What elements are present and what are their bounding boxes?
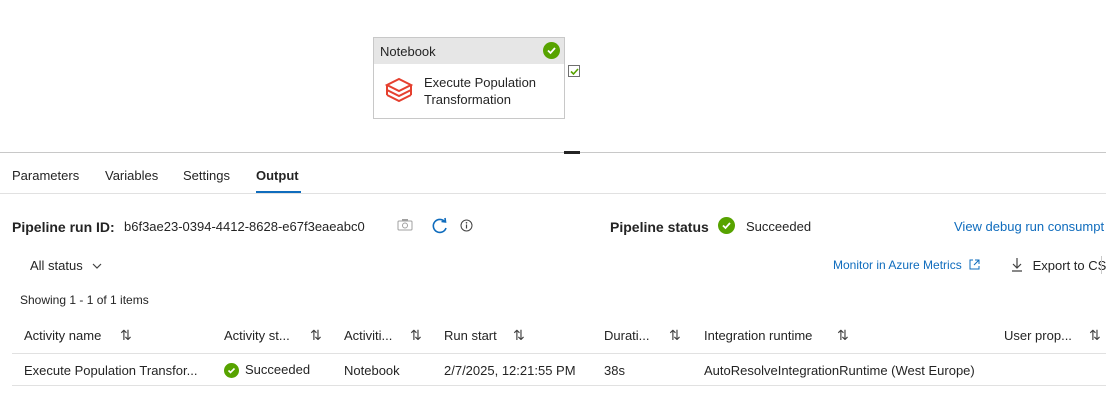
panel-splitter	[0, 152, 1106, 153]
pipeline-run-id-label: Pipeline run ID:	[12, 219, 115, 235]
view-debug-consumption-link[interactable]: View debug run consumpt	[954, 219, 1104, 234]
tab-settings[interactable]: Settings	[183, 168, 230, 183]
column-header-activity-name[interactable]: Activity name	[24, 328, 101, 343]
sort-icon[interactable]: ⇅	[513, 327, 525, 344]
pipeline-canvas[interactable]: Notebook Execute Population Transformati…	[0, 0, 1106, 152]
column-header-duration[interactable]: Durati...	[604, 328, 650, 343]
status-filter-label: All status	[30, 258, 83, 273]
toolbar-divider	[1101, 256, 1102, 274]
cell-status-label: Succeeded	[245, 362, 311, 377]
sort-icon[interactable]: ⇅	[837, 327, 849, 344]
cell-activity-name[interactable]: Execute Population Transfor...	[24, 363, 197, 378]
monitor-azure-metrics-link[interactable]: Monitor in Azure Metrics	[833, 258, 980, 272]
export-label: Export to CSV	[1032, 258, 1106, 273]
column-header-integration-runtime[interactable]: Integration runtime	[704, 328, 812, 343]
success-check-icon	[224, 363, 239, 379]
chevron-down-icon	[92, 263, 102, 269]
tab-parameters[interactable]: Parameters	[12, 168, 79, 183]
column-header-run-start[interactable]: Run start	[444, 328, 497, 343]
table-row-divider	[12, 385, 1106, 386]
sort-icon[interactable]: ⇅	[669, 327, 681, 344]
info-icon[interactable]	[460, 219, 473, 232]
activity-title-line1: Execute Population	[424, 75, 537, 90]
cell-run-start: 2/7/2025, 12:21:55 PM	[444, 363, 576, 378]
pipeline-run-id-value: b6f3ae23-0394-4412-8628-e67f3eaeabc0	[124, 219, 365, 234]
items-count-text: Showing 1 - 1 of 1 items	[20, 293, 149, 307]
sort-icon[interactable]: ⇅	[410, 327, 422, 344]
tab-output[interactable]: Output	[256, 168, 299, 183]
export-to-csv-button[interactable]: Export to CSV	[1011, 257, 1106, 273]
bottom-panel-tabs: Parameters Variables Settings Output	[0, 160, 1106, 194]
sort-icon[interactable]: ⇅	[310, 327, 322, 344]
column-header-activity-type[interactable]: Activiti...	[344, 328, 392, 343]
cell-activity-type: Notebook	[344, 363, 400, 378]
pipeline-status-label: Pipeline status	[610, 219, 709, 235]
status-filter-dropdown[interactable]: All status	[30, 258, 102, 273]
column-header-activity-status[interactable]: Activity st...	[224, 328, 290, 343]
activity-card-header: Notebook	[374, 38, 564, 64]
sort-icon[interactable]: ⇅	[1089, 327, 1101, 344]
cell-duration: 38s	[604, 363, 625, 378]
notebook-activity-card[interactable]: Notebook Execute Population Transformati…	[373, 37, 565, 119]
cell-integration-runtime: AutoResolveIntegrationRuntime (West Euro…	[704, 363, 975, 378]
pipeline-success-icon	[718, 217, 735, 234]
monitor-link-label: Monitor in Azure Metrics	[833, 258, 962, 272]
pipeline-status-value: Succeeded	[746, 219, 812, 234]
cell-activity-status: Succeeded	[224, 362, 311, 379]
sort-icon[interactable]: ⇅	[120, 327, 132, 344]
activity-title-line2: Transformation	[424, 92, 511, 107]
activity-type-label: Notebook	[380, 43, 436, 59]
success-check-icon	[543, 42, 560, 59]
success-output-port-icon[interactable]	[568, 65, 580, 77]
active-tab-indicator	[256, 191, 301, 193]
tab-variables[interactable]: Variables	[105, 168, 158, 183]
external-link-icon	[969, 259, 980, 270]
refresh-icon[interactable]	[431, 217, 449, 235]
column-header-user-properties[interactable]: User prop...	[1004, 328, 1072, 343]
databricks-notebook-icon	[384, 77, 414, 103]
copy-icon[interactable]	[397, 218, 413, 232]
download-icon	[1012, 258, 1022, 272]
splitter-handle[interactable]	[564, 151, 580, 154]
